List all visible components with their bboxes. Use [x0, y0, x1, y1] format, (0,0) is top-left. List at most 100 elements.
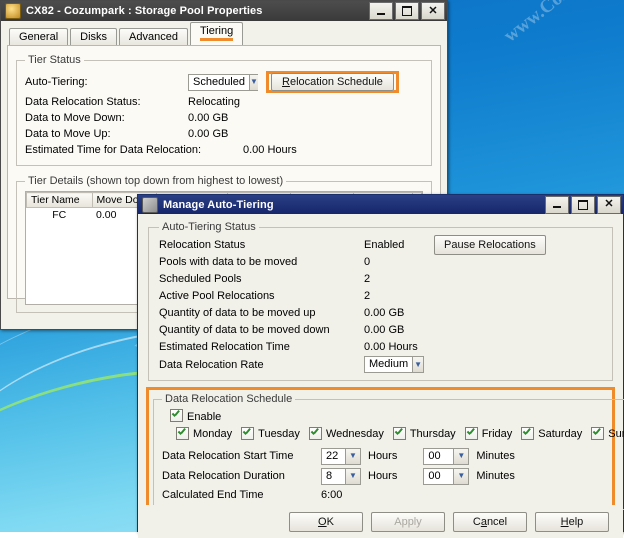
data-relocation-status-label: Data Relocation Status:: [25, 95, 141, 108]
dialog-footer: OK Apply Cancel Help: [138, 505, 623, 538]
tab-label: General: [19, 31, 59, 43]
duration-row: Data Relocation Duration 8 ▼ Hours 00 ▼ …: [162, 466, 624, 486]
active-pool-relocations-value: 2: [364, 289, 371, 302]
day-label: Thursday: [409, 427, 456, 440]
start-hours-value: 22: [322, 448, 345, 464]
calculated-end-time-value: 6:00: [321, 488, 343, 501]
qty-moved-down-row: Quantity of data to be moved down 0.00 G…: [159, 321, 602, 338]
qty-moved-up-label: Quantity of data to be moved up: [159, 306, 316, 319]
day-label: Wednesday: [325, 427, 384, 440]
scheduled-pools-row: Scheduled Pools 2: [159, 270, 602, 287]
manage-auto-tiering-dialog[interactable]: Manage Auto-Tiering ✕ Auto-Tiering Statu…: [137, 194, 624, 538]
tab-advanced[interactable]: Advanced: [119, 28, 188, 46]
scheduled-pools-value: 2: [364, 272, 371, 285]
active-pool-relocations-label: Active Pool Relocations: [159, 289, 275, 302]
ok-button[interactable]: OK: [289, 512, 363, 532]
help-label: elp: [568, 516, 584, 528]
day-sunday[interactable]: Sunday: [591, 427, 624, 440]
tab-general[interactable]: General: [9, 28, 69, 46]
schedule-legend: Data Relocation Schedule: [165, 393, 293, 405]
estimated-relocation-time-row: Estimated Relocation Time 0.00 Hours: [159, 338, 602, 355]
tier-status-row: Data to Move Down: 0.00 GB: [25, 110, 423, 125]
cell-tier-name: FC: [52, 209, 67, 221]
apply-button: Apply: [371, 512, 445, 532]
auto-tiering-select[interactable]: Scheduled ▼: [188, 73, 258, 91]
pause-relocations-button[interactable]: Pause Relocations: [434, 234, 546, 255]
auto-tiering-row: Auto-Tiering: Scheduled ▼ Relocation Sch…: [25, 71, 423, 93]
sunday-checkbox[interactable]: [591, 427, 605, 440]
auto-tiering-label: Auto-Tiering:: [25, 76, 88, 88]
tuesday-checkbox[interactable]: [241, 427, 255, 440]
active-pool-relocations-row: Active Pool Relocations 2: [159, 287, 602, 304]
duration-minutes-unit: Minutes: [476, 470, 515, 482]
relocation-schedule-highlight: Relocation Schedule: [266, 71, 399, 93]
start-hours-unit: Hours: [368, 450, 398, 462]
data-to-move-down-label: Data to Move Down:: [25, 111, 125, 124]
day-wednesday[interactable]: Wednesday: [308, 427, 384, 440]
qty-moved-up-value: 0.00 GB: [364, 306, 405, 319]
data-to-move-up-label: Data to Move Up:: [25, 127, 111, 140]
day-thursday[interactable]: Thursday: [392, 427, 456, 440]
ok-label: K: [326, 516, 334, 528]
thursday-checkbox[interactable]: [392, 427, 406, 440]
dialog-close-button[interactable]: ✕: [597, 195, 621, 214]
day-label: Saturday: [538, 427, 583, 440]
day-saturday[interactable]: Saturday: [521, 427, 582, 440]
auto-tiering-value: Scheduled: [189, 74, 249, 90]
relocation-schedule-button[interactable]: Relocation Schedule: [271, 73, 394, 91]
dialog-titlebar[interactable]: Manage Auto-Tiering ✕: [138, 195, 623, 214]
enable-schedule-row[interactable]: Enable: [170, 409, 624, 423]
data-relocation-rate-label: Data Relocation Rate: [159, 358, 264, 371]
scheduled-pools-label: Scheduled Pools: [159, 272, 242, 285]
storage-pool-icon: [5, 3, 21, 19]
day-label: Monday: [193, 427, 233, 440]
data-relocation-rate-select[interactable]: Medium ▼: [364, 356, 424, 373]
start-minutes-value: 00: [424, 448, 454, 464]
saturday-checkbox[interactable]: [521, 427, 535, 440]
qty-moved-down-value: 0.00 GB: [364, 323, 405, 336]
friday-checkbox[interactable]: [464, 427, 478, 440]
duration-minutes-value: 00: [424, 468, 454, 484]
start-minutes-select[interactable]: 00 ▼: [423, 447, 470, 465]
cancel-button[interactable]: Cancel: [453, 512, 527, 532]
close-button[interactable]: ✕: [421, 2, 445, 20]
day-label: Friday: [481, 427, 513, 440]
data-to-move-down-value: 0.00 GB: [188, 111, 229, 124]
col-tier-name[interactable]: Tier Name: [26, 192, 93, 208]
watermark: www.CozumPark.com: [500, 0, 624, 47]
data-relocation-rate-value: Medium: [365, 357, 413, 372]
estimated-time-label: Estimated Time for Data Relocation:: [25, 143, 202, 156]
properties-titlebar[interactable]: CX82 - Cozumpark : Storage Pool Properti…: [1, 1, 447, 21]
tier-status-row: Data to Move Up: 0.00 GB: [25, 126, 423, 141]
start-hours-select[interactable]: 22 ▼: [321, 447, 361, 465]
chevron-down-icon: ▼: [345, 448, 360, 464]
weekday-checkbox-row: Monday Tuesday Wednesday Thursday Friday…: [176, 427, 624, 440]
dialog-maximize-button[interactable]: [571, 195, 595, 214]
day-friday[interactable]: Friday: [464, 427, 513, 440]
duration-minutes-select[interactable]: 00 ▼: [423, 467, 470, 485]
tab-disks[interactable]: Disks: [70, 28, 118, 46]
estimated-time-value: 0.00 Hours: [243, 143, 297, 156]
help-button[interactable]: Help: [535, 512, 609, 532]
duration-hours-select[interactable]: 8 ▼: [321, 467, 361, 485]
dialog-minimize-button[interactable]: [545, 195, 569, 214]
minimize-button[interactable]: [369, 2, 393, 20]
wednesday-checkbox[interactable]: [308, 427, 322, 440]
maximize-button[interactable]: [395, 2, 419, 20]
chevron-down-icon: ▼: [345, 468, 360, 484]
monday-checkbox[interactable]: [176, 427, 189, 440]
auto-tiering-status-group: Auto-Tiering Status Relocation Status En…: [148, 221, 613, 381]
relocation-status-label: Relocation Status: [159, 238, 246, 251]
day-monday[interactable]: Monday: [176, 427, 232, 440]
tier-details-legend: Tier Details (shown top down from highes…: [28, 175, 284, 187]
day-tuesday[interactable]: Tuesday: [241, 427, 300, 440]
relocation-status-value: Enabled: [364, 238, 405, 251]
tab-active-underline: [199, 38, 234, 41]
day-label: Tuesday: [258, 427, 300, 440]
tab-tiering[interactable]: Tiering: [189, 22, 244, 45]
day-label: Sunday: [608, 427, 624, 440]
properties-tabstrip[interactable]: General Disks Advanced Tiering: [1, 21, 447, 46]
tier-status-legend: Tier Status: [28, 54, 81, 66]
tier-status-group: Tier Status Auto-Tiering: Scheduled ▼ Re…: [16, 54, 432, 166]
enable-checkbox[interactable]: [170, 409, 183, 422]
